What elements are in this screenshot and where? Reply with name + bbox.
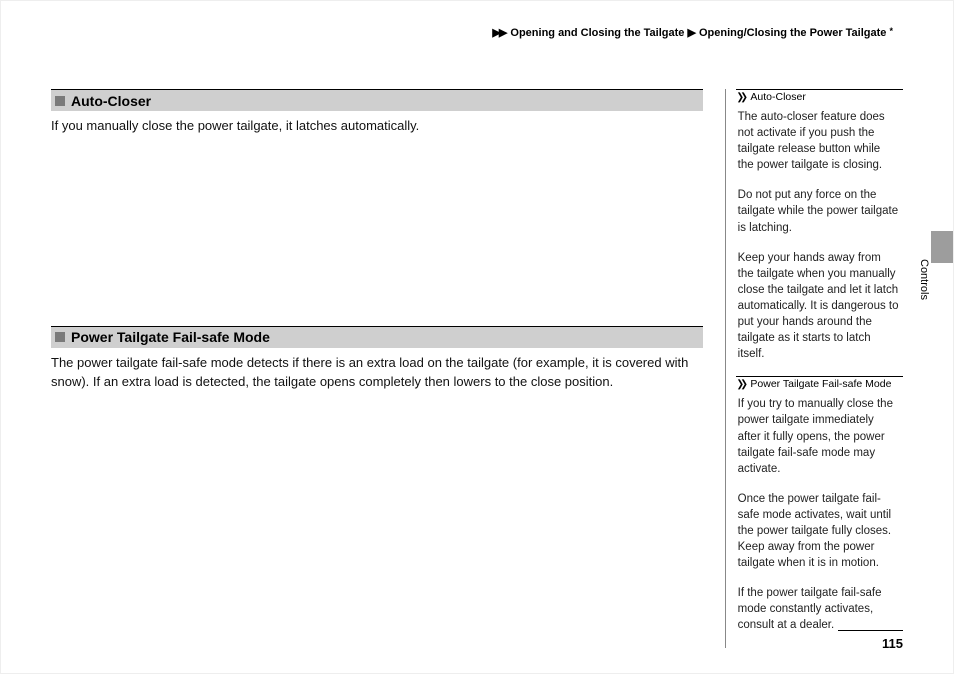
breadcrumb: ▶▶ Opening and Closing the Tailgate ▶ Op… — [51, 26, 903, 39]
section-body-text: The power tailgate fail-safe mode detect… — [51, 354, 703, 392]
breadcrumb-arrow-icon: ▶ — [687, 27, 693, 39]
breadcrumb-seg-1: Opening and Closing the Tailgate — [510, 27, 684, 39]
section-header-auto-closer: Auto-Closer — [51, 89, 703, 111]
square-bullet-icon — [55, 96, 65, 106]
sidebar-paragraph: Do not put any force on the tailgate whi… — [738, 187, 899, 235]
sidebar-paragraph: Keep your hands away from the tailgate w… — [738, 250, 899, 363]
chevron-right-icon: ❯❯ — [736, 379, 744, 390]
breadcrumb-footnote: * — [889, 26, 893, 36]
section-title: Auto-Closer — [71, 93, 151, 109]
sidebar-heading-label: Auto-Closer — [750, 91, 805, 103]
sidebar-heading-failsafe: ❯❯ Power Tailgate Fail-safe Mode — [736, 376, 903, 390]
sidebar-heading-auto-closer: ❯❯ Auto-Closer — [736, 89, 903, 103]
page-number-rule — [838, 630, 903, 631]
breadcrumb-arrow-icon: ▶▶ — [492, 27, 505, 39]
chevron-right-icon: ❯❯ — [736, 92, 744, 103]
section-title: Power Tailgate Fail-safe Mode — [71, 329, 270, 345]
sidebar-paragraph: If the power tailgate fail-safe mode con… — [738, 585, 899, 633]
section-thumb-tab — [931, 231, 953, 263]
sidebar-paragraph: If you try to manually close the power t… — [738, 396, 899, 476]
sidebar-paragraph: The auto-closer feature does not activat… — [738, 109, 899, 173]
page-number: 115 — [882, 636, 903, 651]
square-bullet-icon — [55, 332, 65, 342]
sidebar-column: ❯❯ Auto-Closer The auto-closer feature d… — [725, 89, 903, 648]
sidebar-heading-label: Power Tailgate Fail-safe Mode — [750, 378, 891, 390]
section-body-text: If you manually close the power tailgate… — [51, 117, 703, 136]
main-column: Auto-Closer If you manually close the po… — [51, 89, 725, 392]
section-side-label: Controls — [918, 259, 930, 300]
breadcrumb-seg-2: Opening/Closing the Power Tailgate — [699, 27, 886, 39]
sidebar-paragraph: Once the power tailgate fail-safe mode a… — [738, 491, 899, 571]
section-header-failsafe: Power Tailgate Fail-safe Mode — [51, 326, 703, 348]
